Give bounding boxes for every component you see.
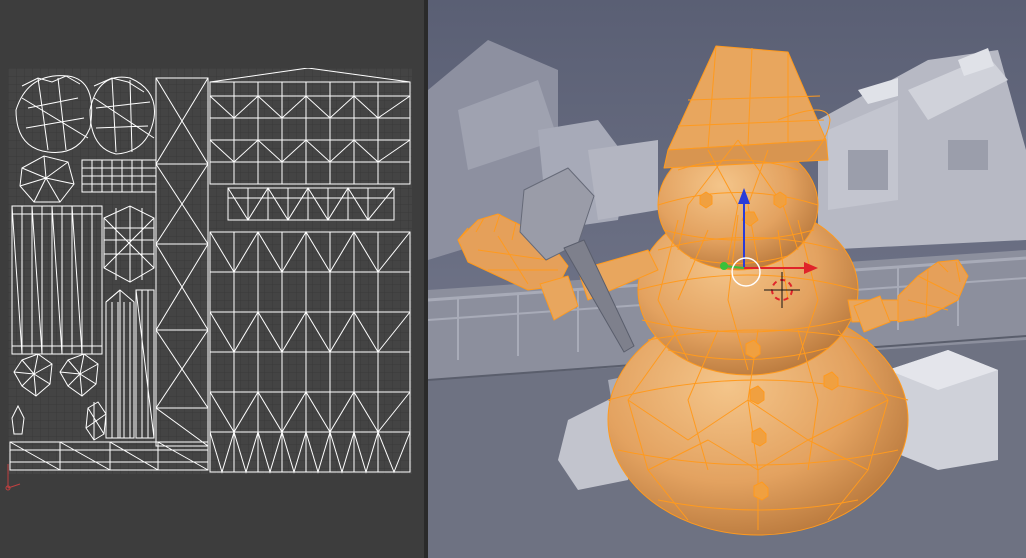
- uv-grid-canvas[interactable]: [8, 68, 412, 474]
- uv-image-editor[interactable]: [0, 0, 424, 558]
- blender-window: [0, 0, 1026, 558]
- uv-axis-icon: [0, 460, 30, 500]
- 3d-viewport[interactable]: [428, 0, 1026, 558]
- gizmo-y-handle[interactable]: [720, 262, 728, 270]
- uv-layout[interactable]: [8, 68, 412, 474]
- viewport-scene[interactable]: [428, 0, 1026, 558]
